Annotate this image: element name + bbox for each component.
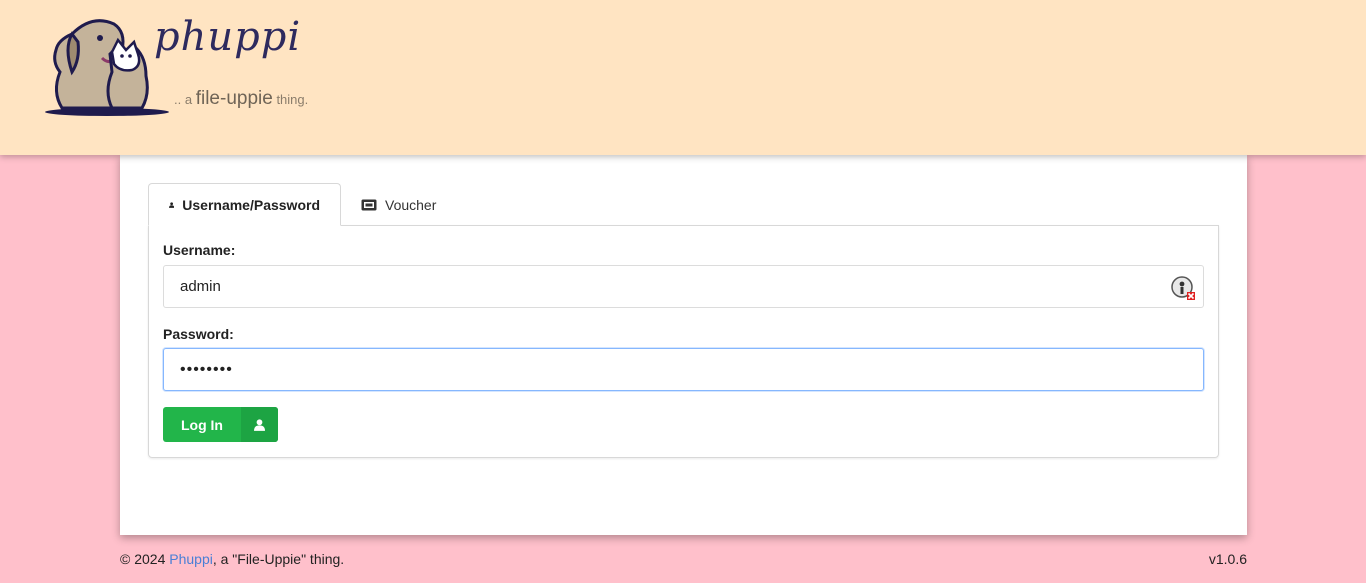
login-button-icon-area: [241, 407, 278, 442]
tab-username-password[interactable]: Username/Password: [148, 183, 341, 226]
password-manager-icon[interactable]: [1171, 276, 1195, 300]
username-field[interactable]: admin: [163, 265, 1204, 308]
tagline-brand: file-uppie: [195, 88, 273, 109]
footer-copyright: © 2024 Phuppi, a "File-Uppie" thing.: [120, 551, 344, 567]
logo-tagline: .. a file-uppie thing.: [174, 88, 308, 110]
version-label: v1.0.6: [1208, 551, 1247, 567]
site-footer: © 2024 Phuppi, a "File-Uppie" thing. v1.…: [120, 551, 1247, 567]
tagline-suffix: thing.: [276, 92, 309, 107]
ticket-icon: [361, 199, 377, 210]
tagline-prefix: .. a: [174, 92, 193, 107]
credentials-panel: Username: admin Password: •••••••• Log I…: [148, 225, 1219, 458]
site-header: phuppi .. a file-uppie thing.: [0, 0, 1366, 155]
login-tabs: Username/Password Voucher: [148, 183, 1219, 226]
login-button-label: Log In: [181, 416, 223, 433]
copyright-text: © 2024: [120, 551, 166, 567]
tab-label: Voucher: [385, 196, 437, 213]
login-card: Username/Password Voucher Username: admi…: [120, 155, 1247, 535]
password-value: ••••••••: [180, 360, 233, 378]
username-value: admin: [180, 278, 221, 295]
dog-and-cat-logo-icon: [45, 19, 169, 116]
password-label: Password:: [163, 326, 234, 342]
footer-suffix: , a "File-Uppie" thing.: [212, 551, 345, 567]
user-icon: [254, 418, 265, 431]
logo-wordmark: phuppi: [154, 14, 302, 60]
tab-voucher[interactable]: Voucher: [341, 183, 456, 226]
password-field[interactable]: ••••••••: [163, 348, 1204, 391]
user-icon: [169, 201, 175, 208]
login-button[interactable]: Log In: [163, 407, 278, 442]
phuppi-logo[interactable]: phuppi .. a file-uppie thing.: [42, 12, 322, 120]
username-label: Username:: [163, 242, 236, 258]
phuppi-link[interactable]: Phuppi: [169, 551, 213, 567]
tab-label: Username/Password: [182, 196, 320, 213]
